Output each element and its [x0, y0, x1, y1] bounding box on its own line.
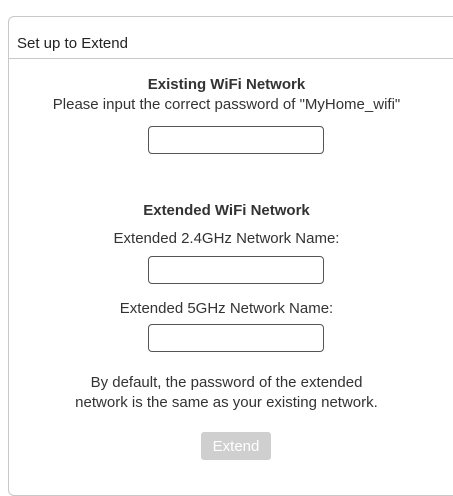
extended-5ghz-name-input[interactable] — [148, 324, 324, 352]
panel-title: Set up to Extend — [17, 35, 128, 52]
existing-password-instruction: Please input the correct password of "My… — [52, 96, 401, 113]
extended-24ghz-name-input[interactable] — [148, 256, 324, 284]
existing-network-heading: Existing WiFi Network — [147, 76, 306, 93]
existing-password-input[interactable] — [148, 126, 324, 154]
default-password-note-line2: network is the same as your existing net… — [75, 394, 378, 411]
extended-5ghz-label: Extended 5GHz Network Name: — [119, 300, 334, 317]
panel-header: Set up to Extend — [9, 17, 453, 59]
extended-24ghz-label: Extended 2.4GHz Network Name: — [113, 230, 340, 247]
default-password-note-line1: By default, the password of the extended — [90, 374, 363, 391]
extend-button[interactable]: Extend — [201, 432, 271, 460]
extended-network-heading: Extended WiFi Network — [143, 202, 310, 219]
